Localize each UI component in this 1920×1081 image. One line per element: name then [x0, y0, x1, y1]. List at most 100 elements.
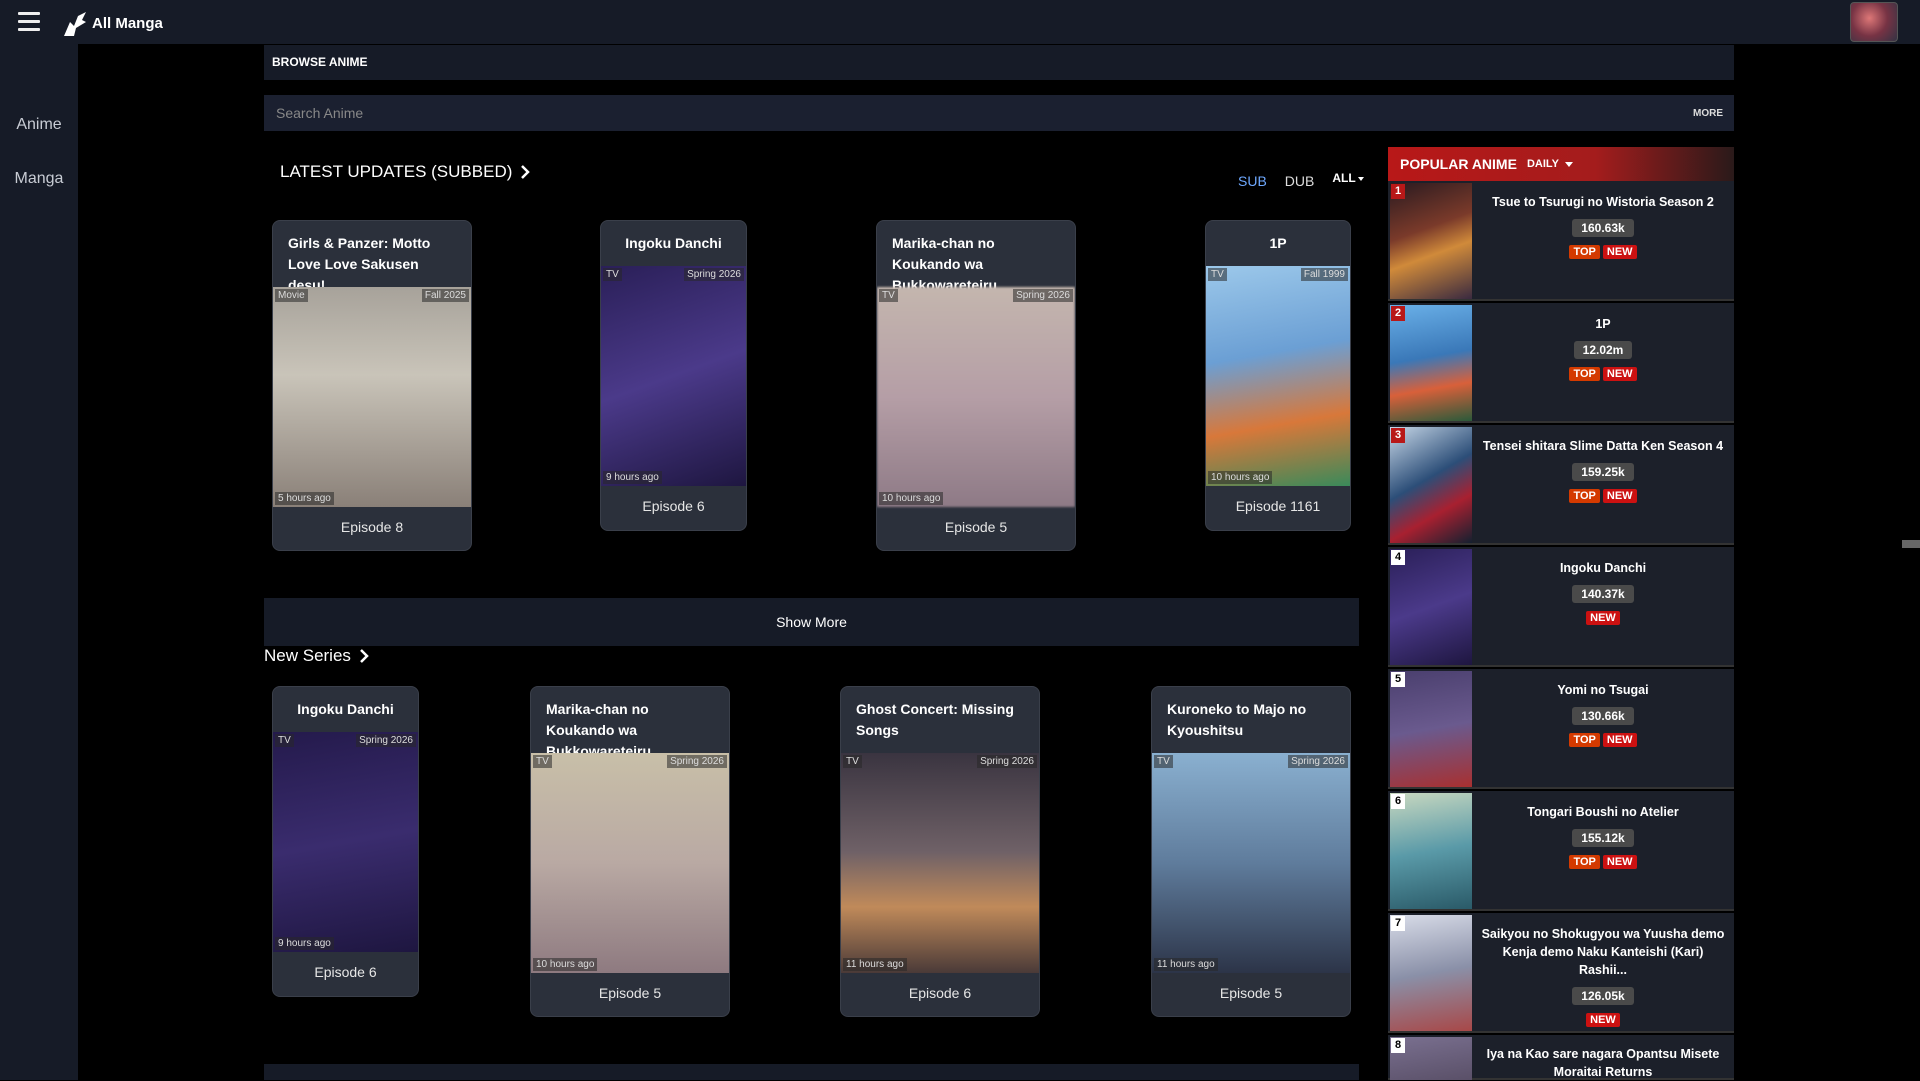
card-title: Kuroneko to Majo no Kyoushitsu [1167, 701, 1307, 738]
type-tag: TV [603, 268, 622, 281]
popular-item[interactable]: 6 Tongari Boushi no Atelier 155.12k TOP N… [1388, 791, 1734, 911]
search-input[interactable] [264, 95, 1682, 131]
popular-item[interactable]: 1 Tsue to Tsurugi no Wistoria Season 2 1… [1388, 181, 1734, 301]
more-button[interactable]: MORE [1682, 108, 1734, 119]
top-bar: All Manga [0, 0, 1920, 44]
card-title: Ghost Concert: Missing Songs [856, 701, 1014, 738]
sidebar-item-manga[interactable]: Manga [0, 170, 78, 188]
popular-item[interactable]: 7 Saikyou no Shokugyou wa Yuusha demo Ke… [1388, 913, 1734, 1033]
new-badge: NEW [1602, 489, 1637, 503]
browse-title: BROWSE ANIME [264, 45, 1734, 80]
chevron-right-icon [360, 649, 369, 663]
season-tag: Spring 2026 [667, 755, 727, 768]
popular-thumbnail [1390, 793, 1472, 909]
episode-label: Episode 6 [642, 498, 705, 514]
season-tag: Spring 2026 [356, 734, 416, 747]
card-cover: TV Spring 2026 9 hours ago [273, 732, 418, 952]
episode-label: Episode 1161 [1235, 498, 1321, 514]
type-tag: TV [1208, 268, 1227, 281]
rank-badge: 7 [1391, 916, 1406, 931]
period-label: DAILY [1526, 158, 1559, 170]
rank-badge: 4 [1391, 550, 1406, 565]
anime-card[interactable]: Ingoku Danchi TV Spring 2026 9 hours ago… [272, 686, 419, 997]
popular-thumbnail [1390, 183, 1472, 299]
new-badge: NEW [1586, 1013, 1620, 1027]
cover-image [531, 753, 729, 973]
anime-card[interactable]: Kuroneko to Majo no Kyoushitsu TV Spring… [1151, 686, 1351, 1017]
popular-thumbnail [1390, 671, 1472, 787]
card-title: Marika-chan no Koukando wa Bukkowareteir… [546, 701, 652, 759]
popular-thumbnail [1390, 427, 1472, 543]
type-tag: TV [879, 289, 898, 302]
views-count: 126.05k [1572, 987, 1634, 1005]
sub-toggle[interactable]: SUB [1238, 173, 1267, 189]
card-title: Ingoku Danchi [625, 235, 722, 251]
menu-icon[interactable] [18, 12, 40, 32]
dub-toggle[interactable]: DUB [1285, 173, 1315, 189]
anime-card[interactable]: Ingoku Danchi TV Spring 2026 9 hours ago… [600, 220, 747, 531]
popular-name: Ingoku Danchi [1559, 561, 1647, 575]
popular-header: POPULAR ANIME DAILY [1388, 147, 1734, 181]
popular-item[interactable]: 5 Yomi no Tsugai 130.66k TOP NEW [1388, 669, 1734, 789]
anime-card[interactable]: Marika-chan no Koukando wa Bukkowareteir… [530, 686, 730, 1017]
popular-name: Iya na Kao sare nagara Opantsu Misete Mo… [1486, 1047, 1720, 1079]
top-badge: TOP [1569, 733, 1600, 747]
popular-item[interactable]: 2 1P 12.02m TOP NEW [1388, 303, 1734, 423]
top-badge: TOP [1569, 245, 1600, 259]
latest-updates-label: LATEST UPDATES (SUBBED) [280, 162, 513, 181]
sidebar: Anime Manga [0, 44, 78, 1080]
card-cover: TV Fall 1999 10 hours ago [1206, 266, 1350, 486]
card-title: 1P [1269, 235, 1287, 251]
cover-image [841, 753, 1039, 973]
season-tag: Spring 2026 [1013, 289, 1073, 302]
rank-badge: 5 [1391, 672, 1406, 687]
views-count: 130.66k [1572, 707, 1634, 725]
card-title: Ingoku Danchi [297, 701, 394, 717]
logo[interactable]: All Manga [60, 8, 163, 38]
popular-item[interactable]: 3 Tensei shitara Slime Datta Ken Season … [1388, 425, 1734, 545]
type-tag: TV [843, 755, 862, 768]
top-badge: TOP [1569, 367, 1600, 381]
rank-badge: 6 [1391, 794, 1406, 809]
show-more-button[interactable]: Show More [264, 598, 1359, 646]
views-count: 159.25k [1572, 463, 1634, 481]
card-cover: TV Spring 2026 9 hours ago [601, 266, 746, 486]
caret-down-icon [1357, 176, 1364, 181]
all-dropdown-label: ALL [1332, 171, 1356, 185]
popular-item[interactable]: 4 Ingoku Danchi 140.37k NEW [1388, 547, 1734, 667]
all-dropdown[interactable]: ALL [1332, 171, 1364, 187]
new-series-label: New Series [264, 646, 351, 665]
period-dropdown[interactable]: DAILY [1527, 158, 1573, 170]
new-badge: NEW [1602, 855, 1637, 869]
cover-image [877, 287, 1075, 507]
new-series-title[interactable]: New Series [264, 646, 369, 666]
popular-thumbnail [1390, 915, 1472, 1031]
anime-card[interactable]: Girls & Panzer: Motto Love Love Sakusen … [272, 220, 472, 551]
popular-item[interactable]: 8 Iya na Kao sare nagara Opantsu Misete … [1388, 1035, 1734, 1080]
card-cover: Movie Fall 2025 5 hours ago [273, 287, 471, 507]
cover-image [601, 266, 746, 486]
episode-label: Episode 5 [944, 519, 1008, 535]
time-tag: 5 hours ago [275, 492, 334, 505]
latest-updates-title[interactable]: LATEST UPDATES (SUBBED) [280, 162, 531, 182]
sidebar-item-anime[interactable]: Anime [0, 116, 78, 134]
anime-card[interactable]: Ghost Concert: Missing Songs TV Spring 2… [840, 686, 1040, 1017]
scrollbar-handle[interactable] [1902, 540, 1920, 548]
time-tag: 10 hours ago [879, 492, 944, 505]
time-tag: 11 hours ago [843, 958, 907, 971]
card-cover: TV Spring 2026 10 hours ago [531, 753, 729, 973]
cover-image [1152, 753, 1350, 973]
card-cover: TV Spring 2026 11 hours ago [1152, 753, 1350, 973]
episode-label: Episode 6 [314, 964, 377, 980]
popular-name: Yomi no Tsugai [1557, 683, 1649, 697]
anime-card[interactable]: Marika-chan no Koukando wa Bukkowareteir… [876, 220, 1076, 551]
episode-label: Episode 5 [1219, 985, 1283, 1001]
avatar[interactable] [1850, 2, 1898, 42]
popular-thumbnail [1390, 549, 1472, 665]
time-tag: 10 hours ago [533, 958, 598, 971]
type-tag: Movie [275, 289, 308, 302]
sub-dub-toggle: SUB DUB ALL [1238, 171, 1364, 189]
anime-card[interactable]: 1P TV Fall 1999 10 hours ago Episode 116… [1205, 220, 1351, 531]
caret-down-icon [1564, 161, 1573, 167]
card-cover: TV Spring 2026 10 hours ago [877, 287, 1075, 507]
